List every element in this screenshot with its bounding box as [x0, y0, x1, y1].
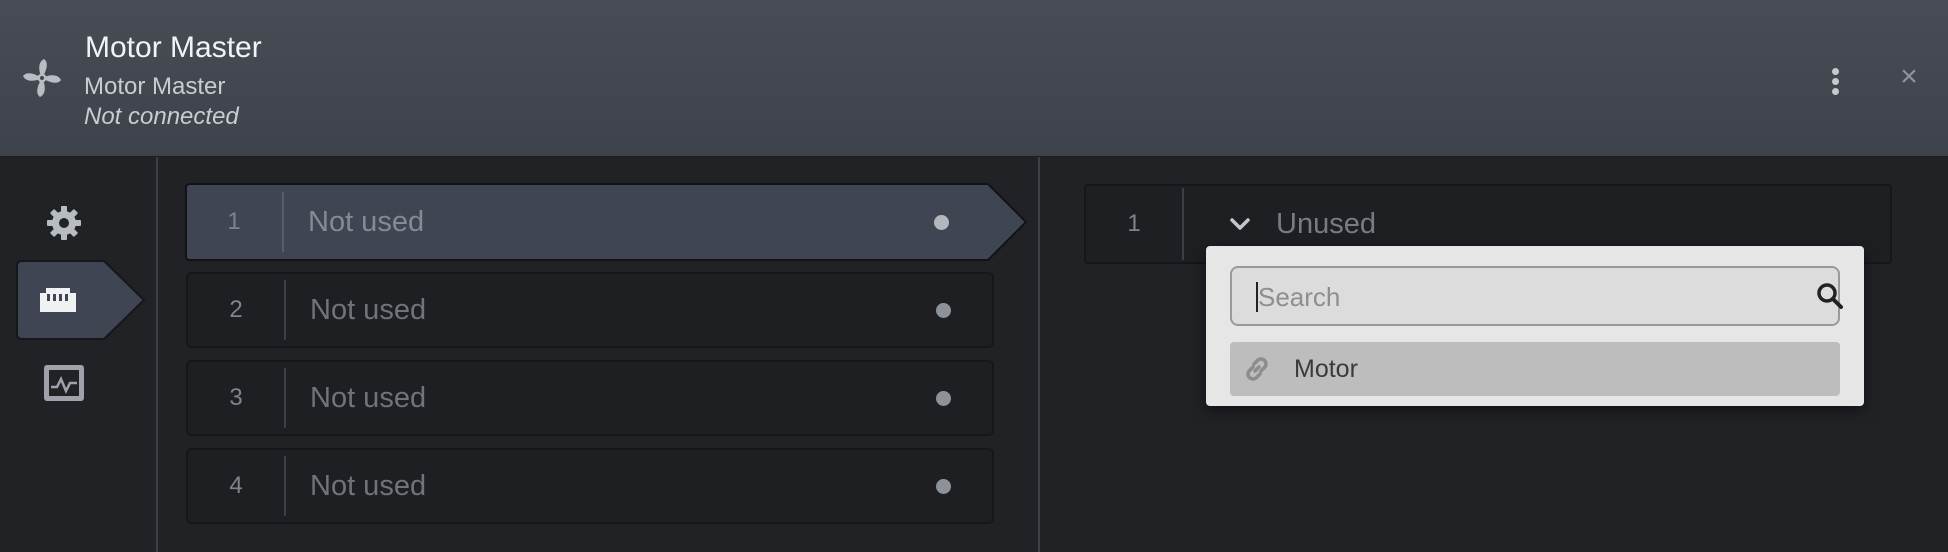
port-status-dot — [934, 215, 949, 230]
port-row[interactable]: 1 Not used — [185, 183, 1028, 261]
port-status-dot — [936, 303, 951, 318]
search-icon — [1817, 283, 1843, 309]
port-status-dot — [936, 391, 951, 406]
app-subtitle: Motor Master — [84, 73, 226, 100]
port-number: 4 — [229, 472, 243, 499]
port-number: 2 — [229, 296, 243, 323]
nav-active-shape — [16, 260, 146, 340]
connection-status: Not connected — [84, 103, 239, 130]
app-header: Motor Master Motor Master Not connected … — [0, 0, 1948, 157]
port-status-dot — [936, 479, 951, 494]
dropdown-option-motor[interactable]: Motor — [1230, 342, 1840, 396]
close-button[interactable]: × — [1894, 60, 1924, 94]
port-separator — [282, 192, 284, 252]
panel-divider — [1038, 157, 1040, 552]
link-icon — [1246, 357, 1268, 381]
port-separator — [284, 280, 286, 340]
port-row[interactable]: 3 Not used — [186, 360, 994, 436]
chevron-down-icon[interactable] — [1228, 212, 1252, 236]
port-label: Not used — [310, 382, 427, 414]
fan-icon — [23, 59, 61, 97]
assignment-separator — [1182, 188, 1184, 260]
text-caret — [1256, 282, 1258, 312]
assignment-port-number: 1 — [1127, 210, 1141, 237]
side-nav — [0, 157, 158, 552]
assignment-dropdown: Motor — [1206, 246, 1864, 406]
port-row[interactable]: 2 Not used — [186, 272, 994, 348]
search-field[interactable] — [1230, 266, 1843, 326]
port-label: Not used — [308, 206, 425, 238]
port-number: 1 — [227, 208, 241, 235]
port-label: Not used — [310, 294, 427, 326]
app-title: Motor Master — [85, 31, 262, 64]
port-row[interactable]: 4 Not used — [186, 448, 994, 524]
kebab-dot-icon — [1832, 68, 1839, 75]
search-input[interactable] — [1256, 278, 1780, 316]
option-label: Motor — [1294, 355, 1358, 383]
monitor-icon[interactable] — [42, 363, 86, 403]
gear-icon[interactable] — [44, 203, 84, 243]
kebab-dot-icon — [1832, 78, 1839, 85]
port-number: 3 — [229, 384, 243, 411]
nav-item-ports[interactable] — [16, 260, 146, 340]
port-separator — [284, 456, 286, 516]
port-label: Not used — [310, 470, 427, 502]
more-menu-button[interactable] — [1820, 62, 1850, 96]
kebab-dot-icon — [1832, 88, 1839, 95]
port-separator — [284, 368, 286, 428]
